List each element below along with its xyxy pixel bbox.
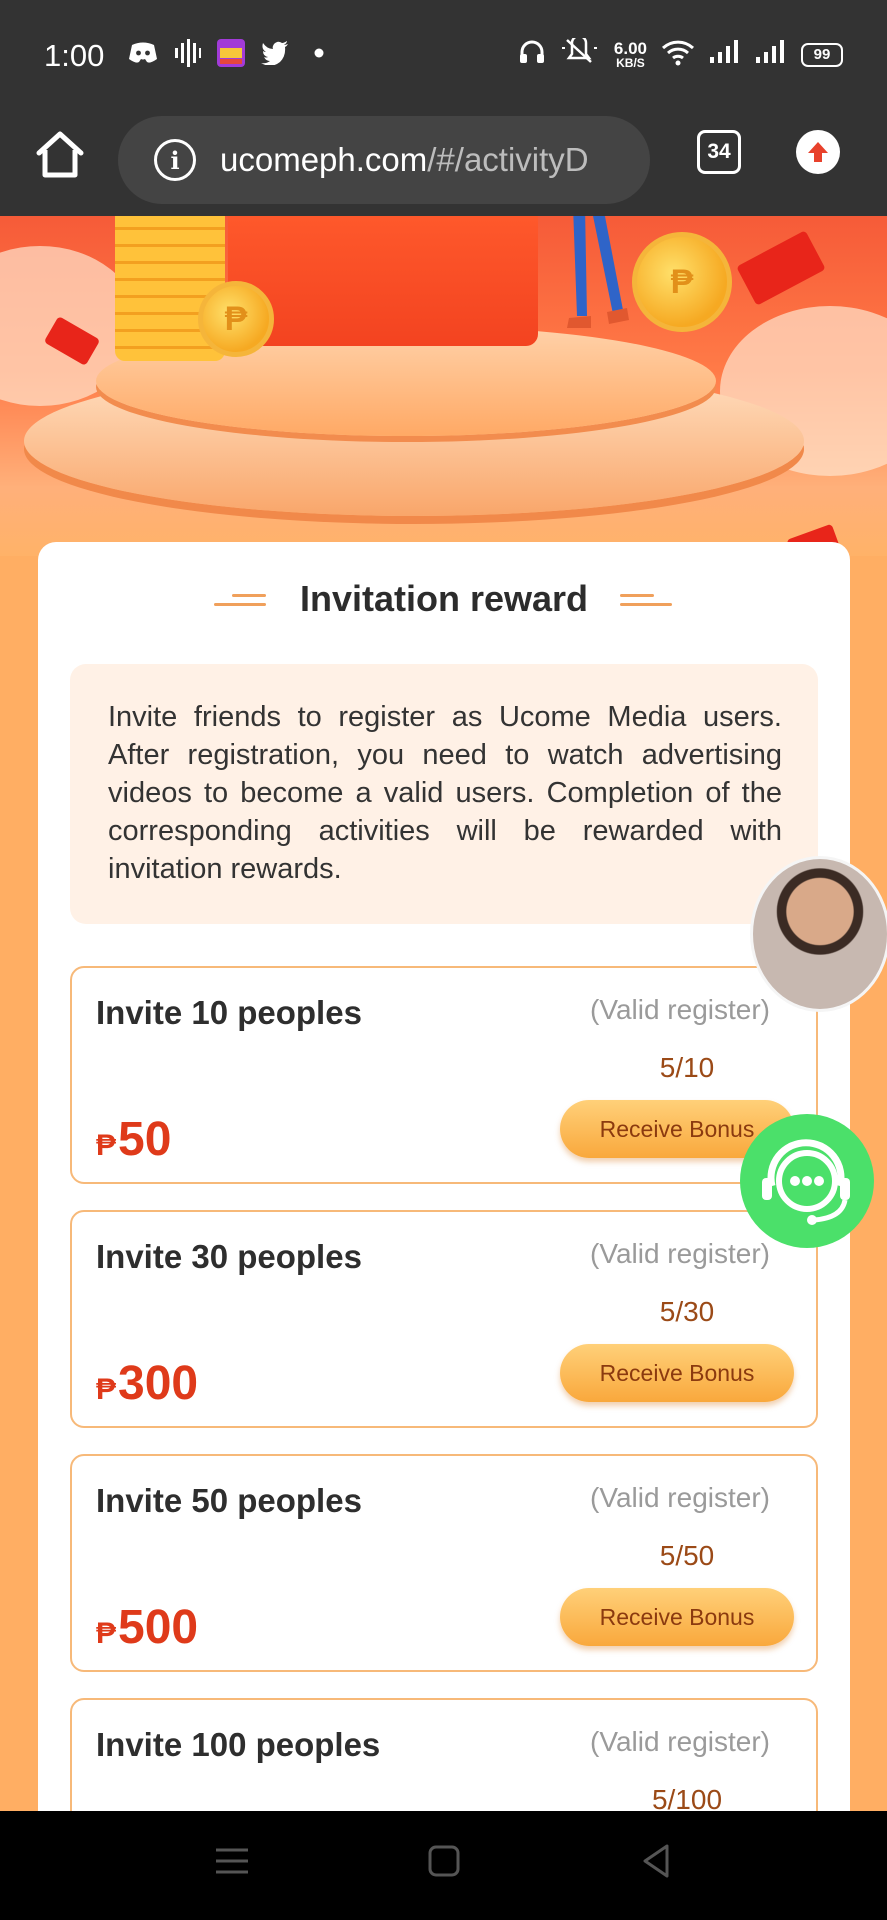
tab-switcher-button[interactable]: 34 [697,130,741,174]
home-button[interactable] [32,126,88,182]
task-title: Invite 10 peoples [96,994,362,1031]
reward-value: 50 [118,1113,172,1166]
home-icon [36,131,84,178]
url-text[interactable]: ucomeph.com/#/activityD [220,141,589,179]
network-speed: 6.00 KB/S [614,40,647,69]
reward-amount: ₱ 300 [96,1356,198,1411]
task-title: Invite 100 peoples [96,1726,381,1763]
status-bar: 1:00 6.00 KB/S 99 [0,0,887,106]
reward-amount: ₱ 50 [96,1112,171,1167]
currency-symbol: ₱ [96,1129,117,1162]
gift-box-image [228,216,538,346]
currency-symbol: ₱ [96,1373,117,1406]
menu-icon [216,1848,248,1874]
app-icon [216,38,246,68]
description-box: Invite friends to register as Ucome Medi… [70,664,818,924]
person-image [565,216,630,336]
discord-icon [128,38,158,68]
soundwave-icon [172,38,202,68]
mute-icon [560,34,600,71]
task-card: Invite 50 peoples (Valid register) 5/50 … [70,1454,818,1672]
task-progress: 5/100 [651,1784,723,1811]
task-progress: 5/10 [659,1052,715,1083]
update-button[interactable] [796,130,840,174]
chat-support-icon [762,1139,850,1225]
wifi-icon [661,38,695,71]
back-triangle-icon [643,1844,669,1878]
url-path: /#/activityD [427,141,589,178]
battery-indicator: 99 [801,42,843,67]
invitation-card: Invitation reward Invite friends to regi… [38,542,850,1811]
task-card: Invite 30 peoples (Valid register) 5/30 … [70,1210,818,1428]
task-valid-label: (Valid register) [590,1238,770,1269]
info-icon[interactable]: i [154,139,196,181]
system-nav-bar [0,1811,887,1920]
customer-service-button[interactable] [740,1114,874,1248]
browser-toolbar: i ucomeph.com/#/activityD 34 [0,106,887,216]
net-speed-value: 6.00 [613,39,647,58]
signal-icon [709,39,741,70]
reward-value: 300 [118,1357,199,1410]
home-nav-button[interactable] [424,1841,464,1881]
peso-coin-icon: ₱ [632,232,732,332]
status-time: 1:00 [44,38,105,73]
square-icon [428,1845,460,1877]
reward-value: 500 [118,1601,199,1654]
reward-amount: ₱ 500 [96,1600,198,1655]
floating-video-avatar[interactable] [750,856,887,1012]
task-title: Invite 50 peoples [96,1482,362,1519]
signal-icon-2 [755,39,787,70]
receive-bonus-button[interactable]: Receive Bonus [560,1588,794,1646]
peso-coin-icon: ₱ [198,281,274,357]
description-text: Invite friends to register as Ucome Medi… [108,701,782,885]
arrow-up-icon [808,142,828,162]
currency-symbol: ₱ [96,1617,117,1650]
recents-button[interactable] [212,1841,252,1881]
headphones-icon [518,38,546,71]
address-bar[interactable]: i ucomeph.com/#/activityD [118,116,650,204]
task-card: Invite 10 peoples (Valid register) 5/10 … [70,966,818,1184]
twitter-icon [260,38,290,68]
task-valid-label: (Valid register) [590,1726,770,1757]
task-valid-label: (Valid register) [590,1482,770,1513]
task-card: Invite 100 peoples (Valid register) 5/10… [70,1698,818,1811]
page-title: Invitation reward [299,578,589,619]
task-valid-label: (Valid register) [590,994,770,1025]
hero-banner: ₱ ₱ [0,216,887,556]
task-progress: 5/50 [659,1540,715,1571]
system-icons: 6.00 KB/S 99 [518,34,843,71]
receive-bonus-button[interactable]: Receive Bonus [560,1344,794,1402]
task-progress: 5/30 [659,1296,715,1327]
task-title: Invite 30 peoples [96,1238,362,1275]
title-decoration-right [620,592,672,610]
net-speed-unit: KB/S [616,56,645,70]
url-host: ucomeph.com [220,141,428,178]
back-button[interactable] [636,1841,676,1881]
page-content[interactable]: ₱ ₱ Invitation reward Invite friends to … [0,216,887,1811]
red-envelope-image [736,230,826,306]
notification-icons [128,38,334,68]
dot-icon [304,38,334,68]
